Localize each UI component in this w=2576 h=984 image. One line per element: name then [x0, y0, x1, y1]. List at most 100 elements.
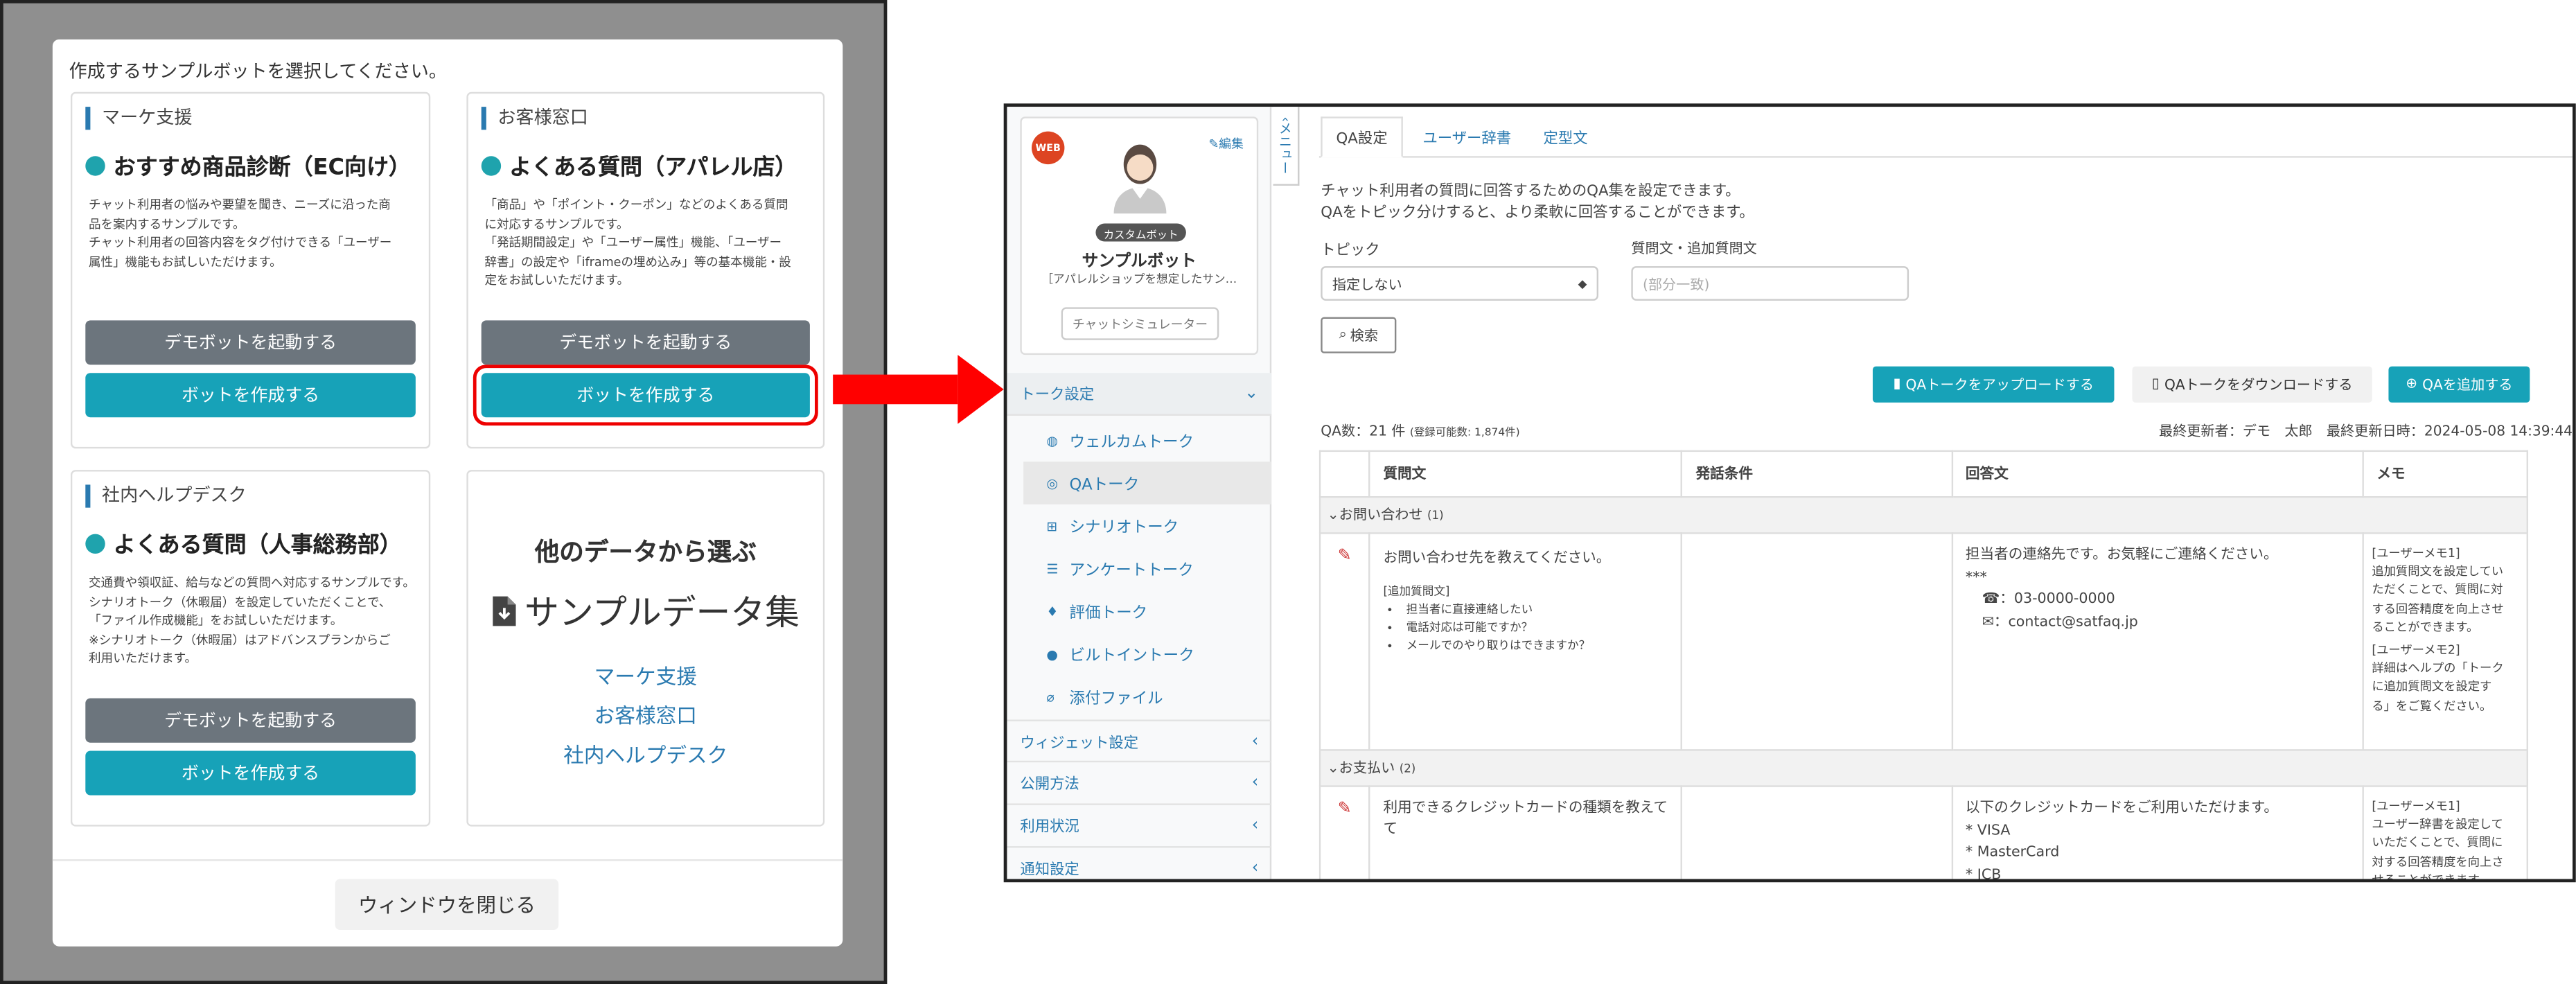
group-row[interactable]: ⌄お問い合わせ (1) [1318, 496, 2528, 534]
memo-cell: [ユーザーメモ1] ユーザー辞書を設定して いただくことで、質問に 対する回答精度を向… [2362, 785, 2528, 879]
sample-card-customer: お客様窓口 よくある質問（アパレル店） 「商品」や「ポイント・クーポン」などのよ… [466, 91, 825, 449]
create-bot-button[interactable]: ボットを作成する [85, 373, 416, 418]
intro-line-1: チャット利用者の質問に回答するためのQA集を設定できます。 [1321, 184, 1740, 201]
main-content: QA設定 ユーザー辞書 定型文 チャット利用者の質問に回答するためのQA集を設定… [1318, 107, 2573, 879]
table-row: ✎ お問い合わせ先を教えてください。 [追加質問文] 担当者に直接連絡したい電話… [1318, 532, 2528, 751]
sample-card-marketing: マーケ支援 おすすめ商品診断（EC向け） チャット利用者の悩みや要望を聞き、ニー… [70, 91, 431, 449]
dot-icon [481, 156, 502, 176]
demo-bot-button[interactable]: デモボットを起動する [85, 320, 416, 365]
group-row[interactable]: ⌄お支払い (2) [1318, 749, 2528, 787]
qa-count: QA数：21 件 (登録可能数: 1,874件) [1321, 423, 1520, 441]
sample-data-title: サンプルデータ集 [468, 586, 823, 635]
bot-type-badge: カスタムボット [1095, 223, 1186, 242]
nav-scenario-talk[interactable]: ⊞ シナリオトーク [1046, 504, 1271, 547]
card-category: マーケ支援 [85, 107, 192, 130]
create-bot-button-highlighted[interactable]: ボットを作成する [481, 373, 810, 418]
download-qa-button[interactable]: ▯ QAトークをダウンロードする [2132, 366, 2372, 403]
demo-bot-button[interactable]: デモボットを起動する [85, 698, 416, 743]
nav-attachments[interactable]: ⌀ 添付ファイル [1046, 675, 1271, 718]
right-arrow-icon [833, 355, 1004, 424]
dot-icon [85, 156, 105, 176]
edit-link[interactable]: ✎編集 [1208, 134, 1243, 152]
card-description: 「商品」や「ポイント・クーポン」などのよくある質問 に対応するサンプルです。 「発話… [484, 197, 791, 288]
pencil-icon: ✎ [1208, 136, 1219, 152]
nav-talk-settings[interactable]: トーク設定 ⌄ [1007, 373, 1272, 416]
link-helpdesk[interactable]: 社内ヘルプデスク [468, 738, 823, 769]
condition-cell [1681, 785, 1952, 879]
nav-publish[interactable]: 公開方法 ‹ [1007, 762, 1272, 805]
search-button[interactable]: ⌕ 検索 [1321, 317, 1397, 353]
file-upload-icon: ▮ [1893, 376, 1901, 393]
chevron-left-icon: ‹ [1251, 732, 1259, 750]
chevron-left-icon: ‹ [1278, 116, 1293, 122]
close-window-button[interactable]: ウィンドウを閉じる [335, 879, 559, 930]
query-input[interactable]: (部分一致) [1631, 266, 1909, 301]
nav-welcome-talk[interactable]: ◍ ウェルカムトーク [1046, 419, 1271, 462]
chevron-left-icon: ‹ [1251, 816, 1259, 835]
tab-templates[interactable]: 定型文 [1529, 116, 1601, 157]
nav-rating-talk[interactable]: ♦ 評価トーク [1046, 590, 1271, 633]
answer-cell: 担当者の連絡先です。お気軽にご連絡ください。 *** ☎：03-0000-0000… [1950, 532, 2364, 751]
question-text: 利用できるクレジットカードの種類を教えて [1383, 800, 1668, 817]
nav-survey-talk[interactable]: ☰ アンケートトーク [1046, 547, 1271, 590]
chevron-left-icon: ‹ [1251, 773, 1259, 792]
paperclip-icon: ⌀ [1046, 689, 1055, 704]
bubbles-icon: ● [1046, 646, 1058, 662]
chevron-down-icon: ⌄ [1327, 507, 1339, 525]
topic-label: トピック [1321, 243, 1380, 260]
other-data-card: 他のデータから選ぶ サンプルデータ集 マーケ支援 お客様窓口 社内ヘルプデスク [466, 470, 825, 827]
list-icon: ☰ [1046, 561, 1059, 577]
chat-simulator-button[interactable]: チャットシミュレーター [1061, 307, 1219, 340]
answer-cell: 以下のクレジットカードをご利用いただけます。 * VISA * MasterCard… [1950, 785, 2364, 879]
sample-bot-modal: 作成するサンプルボットを選択してください。 マーケ支援 おすすめ商品診断（EC向… [52, 39, 843, 947]
modal-footer-divider [52, 859, 843, 861]
nav-widget-settings[interactable]: ウィジェット設定 ‹ [1007, 719, 1272, 763]
link-marketing[interactable]: マーケ支援 [468, 659, 823, 690]
bot-name: サンプルボット [1082, 253, 1197, 272]
query-label: 質問文・追加質問文 [1631, 241, 1757, 258]
card-category: 社内ヘルプデスク [85, 484, 247, 508]
chevron-left-icon: ‹ [1251, 859, 1259, 878]
bot-profile-card: WEB ✎編集 カスタムボット サンプルボット ［アパレルショップを想定したサン… [1020, 116, 1259, 355]
nav-qa-talk[interactable]: ◎ QAトーク [1023, 462, 1272, 504]
dot-icon [85, 534, 105, 554]
tab-qa-settings[interactable]: QA設定 [1321, 116, 1403, 158]
sample-bot-modal-screen: 作成するサンプルボットを選択してください。 マーケ支援 おすすめ商品診断（EC向… [0, 0, 888, 984]
card-title: よくある質問（人事総務部） [85, 526, 402, 559]
other-data-heading: 他のデータから選ぶ [534, 537, 757, 567]
card-title: よくある質問（アパレル店） [481, 148, 797, 181]
card-description: チャット利用者の悩みや要望を聞き、ニーズに沿った商 品を案内するサンプルです。 チャ… [89, 197, 392, 270]
menu-toggle-tab[interactable]: ‹ メニュー [1273, 107, 1300, 186]
condition-cell [1681, 532, 1952, 751]
table-row: ✎ 利用できるクレジットカードの種類を教えてて 以下のクレジットカードをご利用い… [1318, 785, 2528, 879]
edit-icon[interactable]: ✎ [1338, 547, 1352, 565]
chat-icon: ◍ [1046, 432, 1058, 448]
memo-cell: [ユーザーメモ1] 追加質問文を設定してい ただくことで、質問に対 する回答精度を向上… [2362, 532, 2528, 751]
chevron-down-icon: ⌄ [1327, 760, 1339, 777]
nav-usage[interactable]: 利用状況 ‹ [1007, 805, 1272, 848]
create-bot-button[interactable]: ボットを作成する [85, 750, 416, 796]
bot-admin-screen: WEB ✎編集 カスタムボット サンプルボット ［アパレルショップを想定したサン… [1003, 103, 2576, 883]
extra-label: [追加質問文] [1383, 585, 1450, 599]
card-category: お客様窓口 [481, 107, 588, 130]
upload-qa-button[interactable]: ▮ QAトークをアップロードする [1872, 366, 2115, 403]
bot-avatar [1113, 144, 1167, 214]
add-qa-button[interactable]: ⊕ QAを追加する [2388, 366, 2530, 403]
search-icon: ⌕ [1339, 326, 1347, 344]
file-download-icon [493, 596, 517, 626]
sort-icon: ◆ [1578, 276, 1587, 290]
file-download-icon: ▯ [2151, 376, 2160, 393]
chevron-down-icon: ⌄ [1244, 384, 1259, 403]
edit-icon[interactable]: ✎ [1338, 800, 1352, 818]
last-update-info: 最終更新者：デモ 太郎 最終更新日時：2024-05-08 14:39:44 [2158, 423, 2573, 441]
sitemap-icon: ⊞ [1046, 518, 1058, 534]
link-customer[interactable]: お客様窓口 [468, 699, 823, 730]
plus-circle-icon: ⊕ [2406, 376, 2418, 393]
tab-user-dictionary[interactable]: ユーザー辞書 [1409, 116, 1524, 157]
nav-builtin-talk[interactable]: ● ビルトイントーク [1046, 633, 1271, 676]
table-header: 質問文 発話条件 回答文 メモ [1318, 450, 2528, 498]
demo-bot-button[interactable]: デモボットを起動する [481, 320, 810, 365]
modal-title: 作成するサンプルボットを選択してください。 [69, 60, 447, 82]
nav-notifications[interactable]: 通知設定 ‹ [1007, 847, 1271, 879]
topic-select[interactable]: 指定しない ◆ [1321, 266, 1598, 301]
